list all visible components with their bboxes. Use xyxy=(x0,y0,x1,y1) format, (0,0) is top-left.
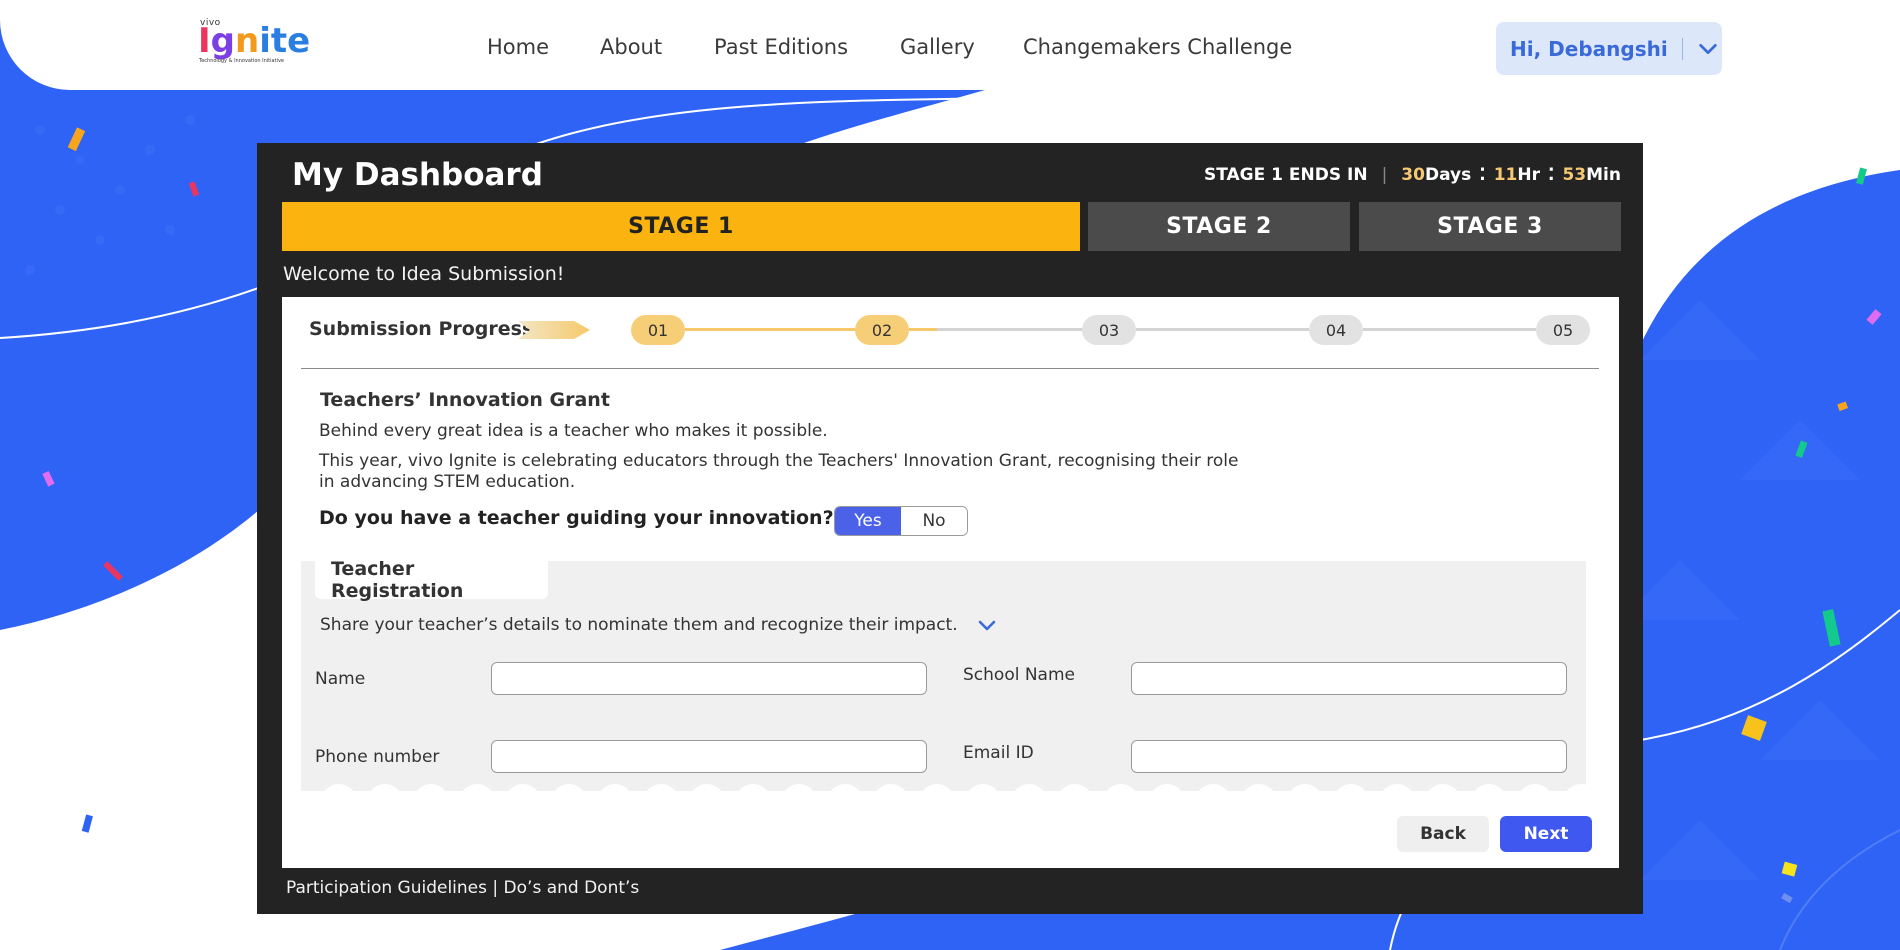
tab-stage-2[interactable]: STAGE 2 xyxy=(1088,202,1350,251)
submission-progress-label: Submission Progress xyxy=(309,318,534,340)
section-divider xyxy=(301,368,1599,369)
tab-stage-3[interactable]: STAGE 3 xyxy=(1359,202,1621,251)
countdown-hours-unit: Hr xyxy=(1517,165,1540,185)
dashboard-title: My Dashboard xyxy=(292,157,543,193)
progress-step-4: 04 xyxy=(1309,315,1363,345)
back-button[interactable]: Back xyxy=(1397,816,1489,852)
footer-links: Participation Guidelines | Do’s and Dont… xyxy=(286,878,639,898)
scalloped-edge-decoration xyxy=(324,784,1586,791)
countdown-colon-icon: ⁚ xyxy=(1479,165,1486,185)
progress-step-3: 03 xyxy=(1082,315,1136,345)
dos-and-donts-link[interactable]: Do’s and Dont’s xyxy=(504,878,640,898)
email-id-label: Email ID xyxy=(963,743,1034,763)
countdown-label: STAGE 1 ENDS IN xyxy=(1203,165,1368,185)
nav-past-editions-link[interactable]: Past Editions xyxy=(714,35,848,59)
tab-stage-1[interactable]: STAGE 1 xyxy=(282,202,1080,251)
countdown-minutes-unit: Min xyxy=(1586,165,1621,185)
progress-line-todo xyxy=(937,328,1082,331)
dashboard-panel: My Dashboard STAGE 1 ENDS IN | 30 Days ⁚… xyxy=(257,143,1643,914)
nav-changemakers-challenge-link[interactable]: Changemakers Challenge xyxy=(1023,35,1292,59)
idea-submission-card: Submission Progress 01 02 03 04 05 Teach… xyxy=(282,297,1619,868)
progress-step-2: 02 xyxy=(855,315,909,345)
progress-step-1: 01 xyxy=(631,315,685,345)
countdown-colon-icon: ⁚ xyxy=(1548,165,1555,185)
countdown-hours-value: 11 xyxy=(1493,165,1518,185)
vivo-ignite-logo[interactable]: vivo Ignite Technology & Innovation Init… xyxy=(198,18,310,68)
progress-line-todo xyxy=(1136,328,1309,331)
school-name-input[interactable] xyxy=(1131,662,1567,695)
name-input[interactable] xyxy=(491,662,927,695)
nav-home-link[interactable]: Home xyxy=(487,35,549,59)
welcome-message: Welcome to Idea Submission! xyxy=(283,263,565,285)
teacher-registration-tab[interactable]: Teacher Registration xyxy=(315,561,548,602)
countdown-minutes-value: 53 xyxy=(1562,165,1587,185)
phone-number-label: Phone number xyxy=(315,747,440,767)
stage-tabs: STAGE 1 STAGE 2 STAGE 3 xyxy=(282,202,1622,251)
top-navigation-bar: vivo Ignite Technology & Innovation Init… xyxy=(0,0,1900,90)
progress-line-todo xyxy=(1363,328,1536,331)
progress-line-partial xyxy=(909,328,937,331)
user-menu-divider xyxy=(1681,37,1683,60)
logo-tagline: Technology & Innovation Initiative xyxy=(199,58,284,64)
chevron-down-icon[interactable] xyxy=(1697,38,1719,60)
phone-number-input[interactable] xyxy=(491,740,927,773)
chevron-down-icon[interactable] xyxy=(976,616,998,636)
user-menu-button[interactable]: Hi, Debangshi xyxy=(1496,22,1722,75)
stage-countdown: STAGE 1 ENDS IN | 30 Days ⁚ 11 Hr ⁚ 53 M… xyxy=(1204,165,1621,185)
logo-wordmark: Ignite xyxy=(198,21,311,61)
countdown-days-value: 30 xyxy=(1401,165,1425,185)
progress-line-done xyxy=(685,328,855,331)
countdown-separator: | xyxy=(1381,165,1388,185)
teacher-guide-question: Do you have a teacher guiding your innov… xyxy=(319,507,834,529)
toggle-no-button[interactable]: No xyxy=(901,507,967,535)
progress-arrow-icon xyxy=(518,321,590,339)
grant-title: Teachers’ Innovation Grant xyxy=(320,389,610,411)
school-name-label: School Name xyxy=(963,665,1075,685)
grant-intro-text: Behind every great idea is a teacher who… xyxy=(319,421,828,441)
email-id-input[interactable] xyxy=(1131,740,1567,773)
teacher-registration-section: Teacher Registration Share your teacher’… xyxy=(301,561,1586,791)
registration-description: Share your teacher’s details to nominate… xyxy=(320,615,958,635)
footer-separator: | xyxy=(487,878,504,898)
nav-gallery-link[interactable]: Gallery xyxy=(900,35,975,59)
toggle-yes-button[interactable]: Yes xyxy=(835,507,901,535)
user-greeting: Hi, Debangshi xyxy=(1510,36,1668,61)
next-button[interactable]: Next xyxy=(1500,816,1592,852)
grant-description-text: This year, vivo Ignite is celebrating ed… xyxy=(319,451,1239,492)
name-label: Name xyxy=(315,669,366,689)
participation-guidelines-link[interactable]: Participation Guidelines xyxy=(286,878,487,898)
progress-step-5: 05 xyxy=(1536,315,1590,345)
countdown-days-unit: Days xyxy=(1424,165,1472,185)
nav-about-link[interactable]: About xyxy=(600,35,662,59)
teacher-guide-toggle: Yes No xyxy=(834,506,968,536)
